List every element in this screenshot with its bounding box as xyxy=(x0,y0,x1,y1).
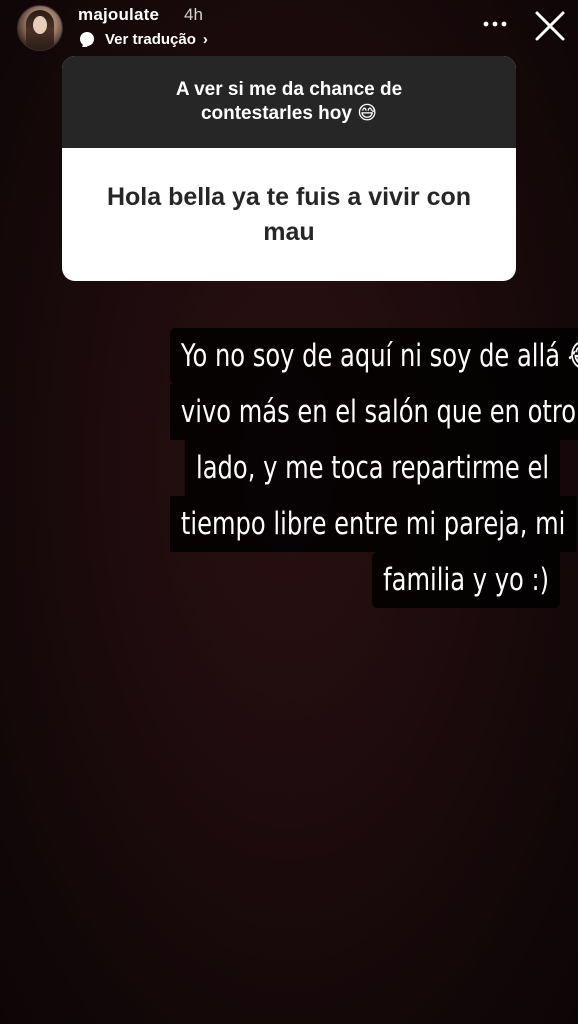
answer-line: lado, y me toca repartirme el xyxy=(170,440,560,496)
username[interactable]: majoulate xyxy=(78,5,159,25)
translate-label: Ver tradução xyxy=(105,30,196,48)
more-dots-icon[interactable] xyxy=(482,14,508,40)
avatar-face xyxy=(33,16,47,34)
answer-line: Yo no soy de aquí ni soy de allá 😂 xyxy=(170,328,578,384)
translate-link[interactable]: Ver tradução › xyxy=(80,29,208,49)
question-prompt: A ver si me da chance de contestarles ho… xyxy=(175,79,403,124)
answer-line-text: tiempo libre entre mi pareja, mi xyxy=(170,496,577,552)
question-text: Hola bella ya te fuis a vivir con mau xyxy=(106,182,472,246)
answer-line-text: vivo más en el salón que en otro xyxy=(170,384,578,440)
post-time: 4h xyxy=(184,5,203,24)
answer-line: tiempo libre entre mi pareja, mi xyxy=(170,496,577,552)
close-icon[interactable] xyxy=(533,9,567,43)
answer-line-text: familia y yo :) xyxy=(372,552,560,608)
story-header: majoulate 4h Ver tradução › xyxy=(0,0,578,56)
chevron-right-icon: › xyxy=(202,30,208,48)
answer-line-text: Yo no soy de aquí ni soy de allá 😂 xyxy=(170,328,578,384)
question-sticker-header: A ver si me da chance de contestarles ho… xyxy=(62,56,516,148)
story-viewer: majoulate 4h Ver tradução › A ver si me … xyxy=(0,0,578,1024)
answer-line: familia y yo :) xyxy=(170,552,560,608)
speech-bubble-icon xyxy=(80,32,94,46)
answer-line-text: lado, y me toca repartirme el xyxy=(185,440,560,496)
answer-line: vivo más en el salón que en otro xyxy=(170,384,578,440)
avatar[interactable] xyxy=(17,5,63,51)
question-sticker[interactable]: A ver si me da chance de contestarles ho… xyxy=(62,56,516,281)
question-sticker-body: Hola bella ya te fuis a vivir con mau xyxy=(62,148,516,281)
answer-text-block: Yo no soy de aquí ni soy de allá 😂 vivo … xyxy=(170,328,578,608)
